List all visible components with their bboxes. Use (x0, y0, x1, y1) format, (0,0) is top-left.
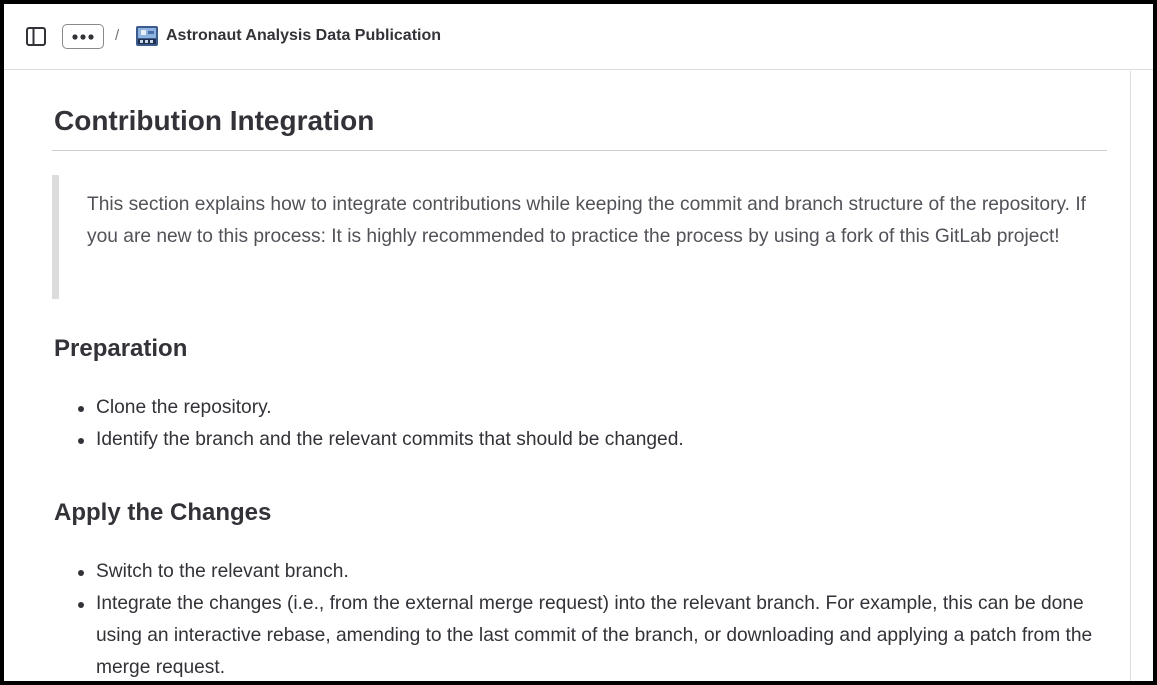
readme-content: Contribution Integration This section ex… (4, 71, 1131, 681)
intro-blockquote: This section explains how to integrate c… (52, 175, 1108, 299)
breadcrumb-separator: / (115, 27, 120, 44)
page-title: Contribution Integration (54, 105, 375, 136)
list-item: Clone the repository. (54, 392, 1114, 424)
project-avatar-icon[interactable] (135, 24, 159, 48)
section-heading-preparation: Preparation (54, 335, 188, 362)
title-divider (52, 150, 1107, 151)
breadcrumb-more-button[interactable] (62, 24, 104, 49)
sidebar-toggle-icon[interactable] (26, 27, 46, 46)
top-bar: / Astronaut Analysis Data Publication (4, 4, 1153, 70)
list-item: Switch to the relevant branch. (54, 556, 1114, 588)
list-item: Identify the branch and the relevant com… (54, 424, 1114, 456)
breadcrumb-project-link[interactable]: Astronaut Analysis Data Publication (166, 24, 441, 48)
ellipsis-icon (72, 33, 94, 40)
window-frame: / Astronaut Analysis Data Publication Co… (0, 0, 1157, 685)
list-item: Integrate the changes (i.e., from the ex… (54, 588, 1114, 681)
preparation-list: Clone the repository. Identify the branc… (54, 392, 1114, 456)
section-heading-apply-changes: Apply the Changes (54, 499, 272, 526)
apply-changes-list: Switch to the relevant branch. Integrate… (54, 556, 1114, 681)
